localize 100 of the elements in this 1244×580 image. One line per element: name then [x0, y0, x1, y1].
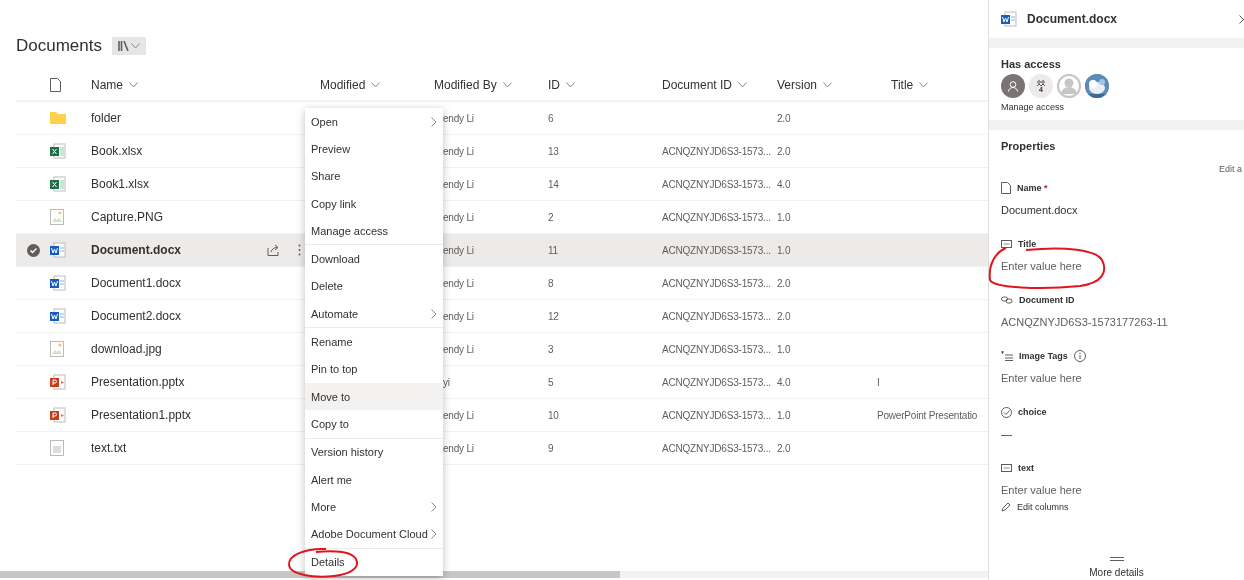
table-cell: 13 [548, 145, 559, 157]
table-cell: ACNQZNYJD6S3-1573... [662, 409, 771, 421]
pencil-icon [1001, 502, 1011, 512]
table-cell: 4.0 [777, 178, 791, 190]
table-cell: 14 [548, 178, 559, 190]
user-avatar[interactable] [1085, 74, 1109, 98]
menu-item[interactable]: Version history [305, 438, 443, 466]
table-cell: 12 [548, 310, 559, 322]
person-icon [1057, 74, 1081, 98]
table-cell: ACNQZNYJD6S3-1573... [662, 442, 771, 454]
folder-icon [50, 112, 66, 124]
menu-item[interactable]: Rename [305, 328, 443, 356]
checkmark-icon[interactable] [27, 243, 40, 257]
view-switcher-button[interactable] [112, 37, 146, 55]
menu-item[interactable]: Delete [305, 272, 443, 301]
menu-item[interactable]: Open [305, 108, 443, 136]
file-type-icon[interactable] [50, 78, 61, 92]
horizontal-scrollbar[interactable] [0, 571, 988, 578]
property-value[interactable]: — [1001, 428, 1232, 440]
file-name[interactable]: Document1.docx [91, 276, 182, 290]
column-header[interactable]: Title [891, 78, 929, 92]
field-label: Name * [1017, 183, 1048, 193]
menu-item[interactable]: Adobe Document Cloud [305, 520, 443, 548]
panel-title: Document.docx [1027, 12, 1117, 26]
table-cell: ACNQZNYJD6S3-1573... [662, 244, 771, 256]
menu-item[interactable]: More [305, 493, 443, 521]
table-cell: ACNQZNYJD6S3-1573... [662, 310, 771, 322]
table-cell: 1.0 [777, 244, 791, 256]
column-header[interactable]: Version [777, 78, 833, 92]
table-cell: I [877, 376, 880, 388]
file-name[interactable]: Capture.PNG [91, 210, 164, 224]
spreadsheet-icon [50, 176, 66, 192]
menu-item[interactable]: Automate [305, 300, 443, 328]
property-value[interactable]: Document.docx [1001, 204, 1232, 216]
library-icon [118, 41, 129, 51]
edit-all-link[interactable]: Edit a [1219, 164, 1242, 174]
column-header[interactable]: Name [91, 78, 138, 92]
table-cell: 3 [548, 343, 554, 355]
field-label: Document ID [1019, 295, 1075, 305]
manage-access-link[interactable]: Manage access [1001, 102, 1232, 112]
table-cell: endy Li [443, 343, 474, 355]
more-options-icon[interactable] [298, 244, 301, 256]
table-cell: 1.0 [777, 343, 791, 355]
file-name[interactable]: Document.docx [91, 243, 181, 257]
table-cell: 1.0 [777, 409, 791, 421]
section-heading: Has access [1001, 58, 1062, 70]
chevron-right-icon [431, 116, 437, 127]
table-cell: 4.0 [777, 376, 791, 388]
chevron-down-icon [129, 82, 138, 88]
column-header[interactable]: Document ID [662, 78, 748, 92]
info-icon[interactable] [1073, 350, 1086, 362]
file-name[interactable]: Presentation.pptx [91, 375, 185, 389]
document-icon [1001, 182, 1011, 194]
file-name[interactable]: Document2.docx [91, 309, 182, 323]
table-cell: endy Li [443, 145, 474, 157]
table-cell: 1.0 [777, 211, 791, 223]
column-header[interactable]: ID [548, 78, 575, 92]
file-name[interactable]: Book1.xlsx [91, 177, 150, 191]
chevron-right-icon [431, 308, 437, 319]
edit-columns-link[interactable]: Edit columns [1001, 502, 1232, 512]
table-cell: 10 [548, 409, 559, 421]
drag-handle-icon [1109, 557, 1124, 561]
table-cell: endy Li [443, 244, 474, 256]
table-cell: 9 [548, 442, 554, 454]
share-icon[interactable] [267, 244, 280, 256]
table-cell: 2.0 [777, 145, 791, 157]
chevron-down-icon [502, 82, 512, 88]
presentation-icon [50, 407, 66, 423]
file-name[interactable]: Presentation1.pptx [91, 408, 192, 422]
menu-item[interactable]: Preview [305, 135, 443, 163]
menu-item[interactable]: Alert me [305, 465, 443, 494]
word-document-icon [50, 242, 66, 258]
menu-item[interactable]: Pin to top [305, 355, 443, 383]
chevron-down-icon [371, 82, 381, 88]
file-name[interactable]: download.jpg [91, 342, 162, 356]
chevron-down-icon [738, 82, 748, 88]
table-cell: ACNQZNYJD6S3-1573... [662, 277, 771, 289]
chevron-down-icon [823, 82, 833, 88]
user-avatar[interactable] [1001, 74, 1025, 98]
link-icon [1001, 296, 1013, 304]
column-header[interactable]: Modified [320, 78, 381, 92]
table-cell: 2 [548, 211, 554, 223]
menu-item[interactable]: Download [305, 245, 443, 273]
file-name[interactable]: text.txt [91, 441, 127, 455]
table-cell: endy Li [443, 310, 474, 322]
file-name[interactable]: Book.xlsx [91, 144, 143, 158]
table-cell: ACNQZNYJD6S3-1573... [662, 343, 771, 355]
menu-item[interactable]: Share [305, 162, 443, 190]
table-cell: PowerPoint Presentatio [877, 409, 978, 421]
menu-item[interactable]: Copy link [305, 189, 443, 218]
chevron-down-icon [919, 82, 929, 88]
property-value[interactable]: ACNQZNYJD6S3-1573177263-11 [1001, 316, 1232, 328]
table-cell: 2.0 [777, 442, 791, 454]
menu-item[interactable]: Move to [305, 382, 443, 411]
file-name[interactable]: folder [91, 111, 122, 125]
column-header[interactable]: Modified By [434, 78, 512, 92]
menu-item[interactable]: Copy to [305, 410, 443, 438]
people-icon [1036, 79, 1046, 86]
word-document-icon [50, 275, 66, 291]
menu-item[interactable]: Manage access [305, 217, 443, 245]
